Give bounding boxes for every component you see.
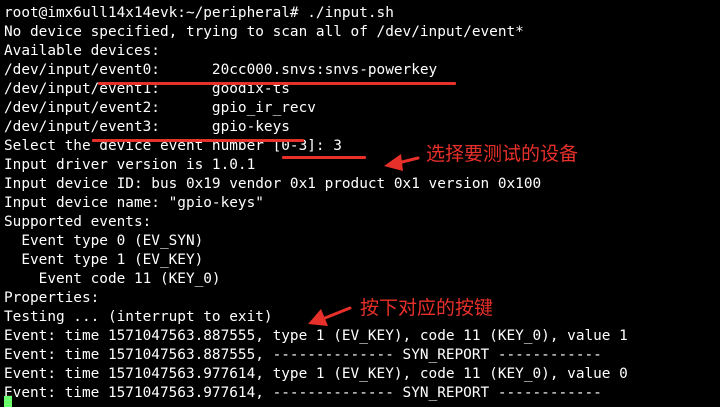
annotation-press-key: 按下对应的按键: [360, 297, 494, 319]
annotation-select-device: 选择要测试的设备: [426, 143, 579, 165]
arrow-press-key-icon: [308, 306, 352, 326]
terminal-window[interactable]: root@imx6ull14x14evk:~/peripheral# ./inp…: [0, 0, 720, 407]
terminal-cursor: [4, 396, 12, 407]
